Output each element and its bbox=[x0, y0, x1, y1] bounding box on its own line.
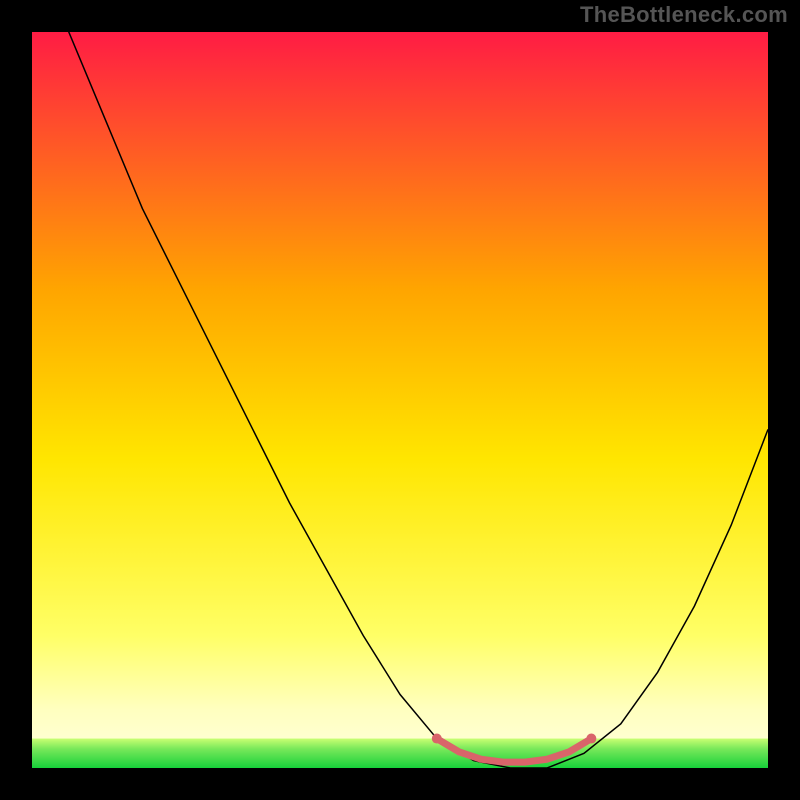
curve-layer bbox=[32, 32, 768, 768]
plot-area bbox=[32, 32, 768, 768]
optimal-band-curve bbox=[437, 739, 592, 763]
optimal-band-end-dot bbox=[586, 734, 596, 744]
attribution-text: TheBottleneck.com bbox=[580, 2, 788, 28]
bottleneck-curve bbox=[32, 0, 768, 768]
optimal-band-start-dot bbox=[432, 734, 442, 744]
chart-frame: TheBottleneck.com bbox=[0, 0, 800, 800]
